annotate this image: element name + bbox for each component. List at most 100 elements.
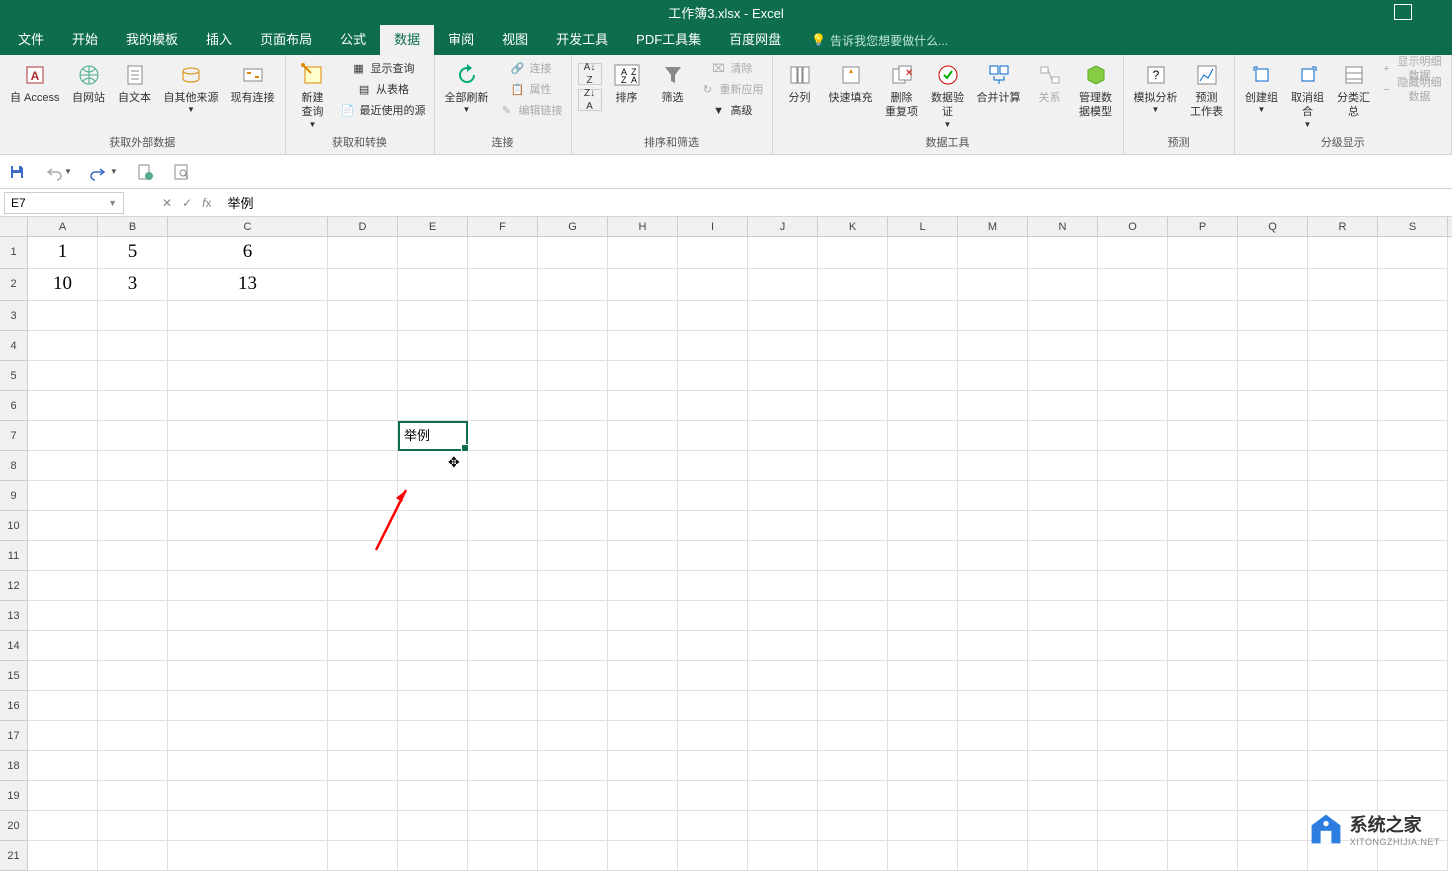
cell[interactable] (538, 721, 608, 751)
tab-developer[interactable]: 开发工具 (542, 25, 622, 55)
cell[interactable] (1238, 451, 1308, 481)
cell[interactable] (328, 631, 398, 661)
cell[interactable] (888, 781, 958, 811)
tab-data[interactable]: 数据 (380, 25, 434, 55)
cell[interactable] (1238, 481, 1308, 511)
cell[interactable] (678, 451, 748, 481)
cell[interactable] (1238, 331, 1308, 361)
cell[interactable] (28, 301, 98, 331)
cell[interactable] (888, 811, 958, 841)
cell[interactable] (958, 391, 1028, 421)
cell[interactable] (538, 691, 608, 721)
cell[interactable] (678, 361, 748, 391)
cell[interactable] (98, 811, 168, 841)
cell[interactable] (748, 451, 818, 481)
cell[interactable] (1028, 511, 1098, 541)
connections-button[interactable]: 🔗连接 (497, 59, 565, 79)
cell[interactable] (328, 421, 398, 451)
cell[interactable] (958, 421, 1028, 451)
cell[interactable] (28, 331, 98, 361)
cell[interactable] (538, 511, 608, 541)
cell[interactable] (748, 331, 818, 361)
cell[interactable] (958, 841, 1028, 871)
cell[interactable] (1028, 361, 1098, 391)
cell[interactable] (678, 421, 748, 451)
cell[interactable] (538, 811, 608, 841)
cell[interactable] (608, 721, 678, 751)
cell[interactable] (328, 451, 398, 481)
cell[interactable] (538, 361, 608, 391)
row-header[interactable]: 3 (0, 301, 28, 331)
cell[interactable] (1378, 451, 1448, 481)
cell[interactable] (958, 331, 1028, 361)
cell[interactable] (818, 601, 888, 631)
cell[interactable] (1378, 751, 1448, 781)
cell[interactable] (748, 421, 818, 451)
cell[interactable] (818, 541, 888, 571)
cell[interactable] (678, 541, 748, 571)
cell[interactable] (608, 601, 678, 631)
cell[interactable] (678, 571, 748, 601)
cell[interactable] (328, 601, 398, 631)
cell[interactable] (168, 631, 328, 661)
cell[interactable] (818, 421, 888, 451)
cell[interactable] (1378, 721, 1448, 751)
cell[interactable] (1098, 481, 1168, 511)
subtotal-button[interactable]: 分类汇总 (1333, 59, 1375, 122)
cell[interactable] (168, 721, 328, 751)
cell[interactable] (818, 721, 888, 751)
cell[interactable] (1378, 301, 1448, 331)
cell[interactable]: 6 (168, 237, 328, 269)
cell[interactable] (468, 331, 538, 361)
cell[interactable] (888, 541, 958, 571)
cell[interactable] (888, 301, 958, 331)
cell[interactable] (678, 511, 748, 541)
cell[interactable] (608, 361, 678, 391)
cell[interactable] (1308, 631, 1378, 661)
cell[interactable] (538, 781, 608, 811)
cell[interactable] (1028, 691, 1098, 721)
cell[interactable] (468, 421, 538, 451)
cell[interactable] (468, 781, 538, 811)
row-header[interactable]: 1 (0, 237, 28, 269)
cell[interactable] (1168, 811, 1238, 841)
cell[interactable] (748, 691, 818, 721)
cell[interactable] (748, 601, 818, 631)
cell[interactable] (468, 451, 538, 481)
from-text-button[interactable]: 自文本 (114, 59, 156, 107)
row-header[interactable]: 5 (0, 361, 28, 391)
cell[interactable] (1168, 721, 1238, 751)
tab-templates[interactable]: 我的模板 (112, 25, 192, 55)
cell[interactable] (28, 481, 98, 511)
cell[interactable] (328, 691, 398, 721)
cell[interactable] (608, 451, 678, 481)
cell[interactable] (1308, 661, 1378, 691)
group-button[interactable]: 创建组▼ (1241, 59, 1283, 118)
cell[interactable] (608, 631, 678, 661)
cell[interactable] (168, 691, 328, 721)
cell[interactable] (958, 541, 1028, 571)
cell[interactable] (98, 601, 168, 631)
cell[interactable] (98, 781, 168, 811)
cell[interactable] (1028, 601, 1098, 631)
column-header[interactable]: A (28, 217, 98, 236)
cell[interactable] (748, 661, 818, 691)
row-header[interactable]: 15 (0, 661, 28, 691)
column-header[interactable]: C (168, 217, 328, 236)
tab-baidu[interactable]: 百度网盘 (715, 25, 795, 55)
cell[interactable] (1028, 781, 1098, 811)
cell[interactable] (538, 331, 608, 361)
filter-button[interactable]: 筛选 (652, 59, 694, 107)
cell[interactable] (328, 361, 398, 391)
cell[interactable] (1308, 571, 1378, 601)
row-header[interactable]: 8 (0, 451, 28, 481)
cell[interactable] (468, 811, 538, 841)
cell[interactable] (1238, 237, 1308, 269)
cell[interactable] (1308, 361, 1378, 391)
cell[interactable] (1028, 301, 1098, 331)
cell[interactable] (538, 481, 608, 511)
cell[interactable] (1308, 331, 1378, 361)
recent-sources-button[interactable]: 📄最近使用的源 (338, 101, 428, 121)
cell[interactable] (328, 751, 398, 781)
cell[interactable] (28, 841, 98, 871)
